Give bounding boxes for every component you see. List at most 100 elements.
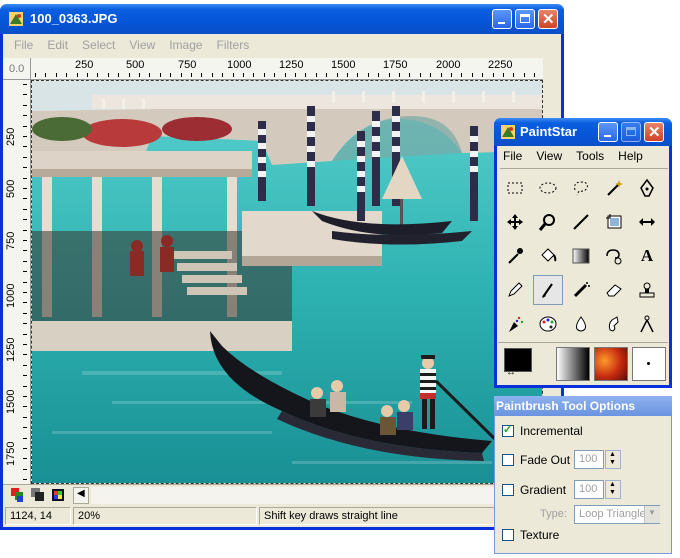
pencil-icon[interactable]: [500, 275, 530, 305]
spray-icon[interactable]: [500, 309, 530, 339]
menu-filters[interactable]: Filters: [217, 38, 250, 52]
fade-out-value-field: 100: [574, 450, 604, 469]
incremental-checkbox[interactable]: ✓: [502, 424, 514, 437]
paintstar-menu-view[interactable]: View: [536, 149, 562, 163]
tool-grid: A: [500, 168, 668, 343]
palette-icon[interactable]: [533, 309, 563, 339]
gradient-icon[interactable]: [566, 241, 596, 271]
ruler-tick: [534, 73, 536, 77]
resize-arrows-icon[interactable]: [632, 207, 662, 237]
tool-options-header[interactable]: Paintbrush Tool Options: [494, 396, 672, 416]
gradient-swatch[interactable]: [556, 347, 590, 381]
type-label: Type:: [540, 508, 567, 520]
ruler-tick: [107, 73, 109, 77]
compass-icon[interactable]: [632, 309, 662, 339]
ruler-tick: [23, 354, 27, 356]
brush-shape-swatch[interactable]: [632, 347, 666, 381]
vertical-ruler: 250 500 750 1000 1250 1500 1750: [3, 80, 31, 506]
main-title-bar[interactable]: 100_0363.JPG ✕: [0, 4, 564, 34]
main-window-title: 100_0363.JPG: [30, 11, 118, 26]
move-icon[interactable]: [500, 207, 530, 237]
lasso-icon[interactable]: [566, 173, 596, 203]
color-mode-button-2[interactable]: [31, 488, 45, 502]
eraser-icon[interactable]: [599, 275, 629, 305]
paintstar-menu-file[interactable]: File: [503, 149, 522, 163]
texture-checkbox[interactable]: [502, 529, 514, 541]
fade-out-checkbox[interactable]: [502, 454, 514, 466]
clone-stamp-icon[interactable]: [599, 241, 629, 271]
paintbrush-icon[interactable]: [533, 275, 563, 305]
maximize-button[interactable]: [515, 9, 535, 29]
ruler-tick: [23, 271, 27, 273]
magic-wand-icon[interactable]: [599, 173, 629, 203]
scroll-left-button[interactable]: ◀: [73, 487, 89, 504]
ruler-tick: [232, 73, 234, 77]
ruler-tick: [503, 73, 504, 77]
line-icon[interactable]: [566, 207, 596, 237]
horizontal-ruler: 250 500 750 1000 1250 1500 1750 2000 225…: [31, 58, 543, 80]
ruler-h-label: 1750: [383, 59, 408, 71]
rect-select-icon[interactable]: [500, 173, 530, 203]
airbrush-icon[interactable]: [566, 275, 596, 305]
minimize-icon: [498, 22, 505, 24]
color-mode-button-3[interactable]: [51, 488, 65, 502]
paintstar-menu-help[interactable]: Help: [618, 149, 643, 163]
bezier-pen-icon[interactable]: [632, 173, 662, 203]
crop-icon[interactable]: [599, 207, 629, 237]
smudge-icon[interactable]: [599, 309, 629, 339]
ruler-h-label: 1000: [227, 59, 252, 71]
ruler-tick: [243, 73, 244, 77]
eyedropper-icon[interactable]: [500, 241, 530, 271]
paintstar-minimize-button[interactable]: [598, 122, 618, 142]
color-mode-button-1[interactable]: [11, 488, 25, 502]
fill-bucket-icon[interactable]: [533, 241, 563, 271]
ruler-tick: [336, 73, 338, 77]
stamp-icon[interactable]: [632, 275, 662, 305]
ruler-tick: [451, 73, 452, 77]
menu-select[interactable]: Select: [82, 38, 115, 52]
texture-swatch[interactable]: [594, 347, 628, 381]
ruler-tick: [23, 188, 27, 189]
ruler-tick: [23, 156, 27, 158]
tool-options-body: ✓ Incremental Fade Out 100 ▲ ▼ Gradient 1…: [494, 416, 672, 554]
gradient-checkbox[interactable]: [502, 484, 514, 496]
ruler-tick: [23, 125, 27, 127]
ruler-tick: [295, 73, 296, 77]
minimize-button[interactable]: [492, 9, 512, 29]
ruler-tick: [118, 73, 120, 77]
menu-file[interactable]: File: [14, 38, 33, 52]
ruler-tick: [23, 84, 27, 85]
menu-image[interactable]: Image: [169, 38, 202, 52]
paintstar-menu-tools[interactable]: Tools: [576, 149, 604, 163]
ruler-tick: [35, 73, 36, 77]
paintstar-title-bar[interactable]: PaintStar ✕: [494, 118, 672, 146]
ruler-tick: [211, 73, 213, 77]
paintstar-close-button[interactable]: ✕: [644, 122, 664, 142]
ruler-tick: [149, 73, 151, 77]
close-button[interactable]: ✕: [538, 9, 558, 29]
ruler-h-label: 500: [126, 59, 145, 71]
menu-edit[interactable]: Edit: [47, 38, 68, 52]
ruler-tick: [23, 458, 27, 460]
status-zoom: 20%: [73, 507, 257, 525]
ruler-tick: [222, 73, 224, 77]
zoom-icon[interactable]: [533, 207, 563, 237]
maximize-icon: [520, 14, 530, 23]
image-canvas[interactable]: [31, 80, 543, 484]
ellipse-select-icon[interactable]: [533, 173, 563, 203]
ruler-tick: [23, 468, 27, 470]
ruler-v-label: 1000: [5, 283, 17, 308]
drop-icon[interactable]: [566, 309, 596, 339]
menu-view[interactable]: View: [129, 38, 155, 52]
horizontal-scrollbar-track[interactable]: [91, 487, 541, 504]
text-icon[interactable]: A: [632, 241, 662, 271]
ruler-tick: [23, 229, 27, 231]
type-select-dropdown-button: ▼: [644, 506, 660, 523]
swap-colors-icon[interactable]: ↔: [506, 367, 516, 378]
ruler-tick: [461, 73, 463, 77]
ruler-tick: [23, 344, 27, 345]
ruler-tick: [23, 260, 27, 262]
gradient-label: Gradient: [520, 483, 567, 497]
ruler-tick: [378, 73, 380, 77]
paintstar-maximize-button: [621, 122, 641, 142]
